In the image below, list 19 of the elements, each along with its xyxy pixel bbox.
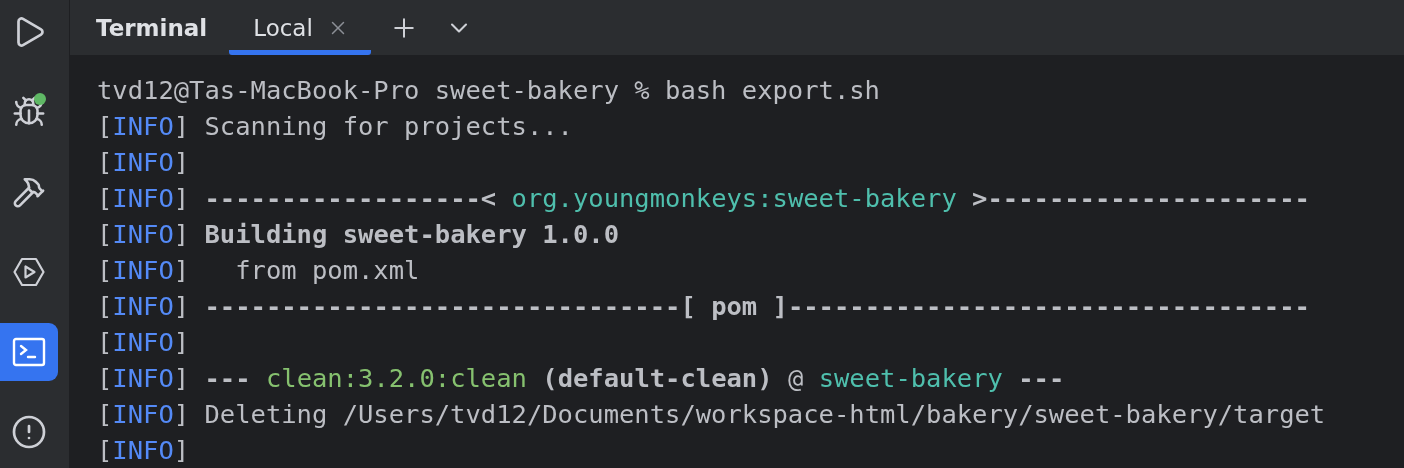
terminal-line: [INFO] Deleting /Users/tvd12/Documents/workspace-html/bakery/sweet-bakery/target — [97, 398, 1327, 431]
hammer-icon — [12, 175, 46, 209]
terminal-tab[interactable]: Local — [229, 0, 371, 55]
terminal-line: [INFO] Scanning for projects... — [97, 110, 574, 143]
terminal-line: [INFO] — [97, 146, 191, 179]
hexagon-play-icon — [13, 257, 45, 287]
terminal-icon — [12, 337, 46, 367]
bug-icon — [12, 95, 46, 129]
terminal-line: tvd12@Tas-MacBook-Pro sweet-bakery % bash export.sh — [97, 74, 881, 107]
panel-title: Terminal — [96, 14, 208, 41]
alert-circle-icon — [11, 414, 47, 450]
tool-window-button[interactable] — [0, 323, 58, 381]
terminal-line: [INFO] --- clean:3.2.0:clean (default-clean) @ sweet-bakery --- — [97, 362, 1066, 395]
terminal-line: [INFO] from pom.xml — [97, 254, 421, 287]
terminal-line: [INFO] — [97, 326, 191, 359]
terminal-line: [INFO] -------------------------------[ pom ]---------------------------------- — [97, 290, 1311, 323]
terminal-line: [INFO] Building sweet-bakery 1.0.0 — [97, 218, 620, 251]
terminal-line: [INFO] ------------------< org.youngmonkeys:sweet-bakery >--------------------- — [97, 182, 1311, 215]
terminal-line: [INFO] — [97, 434, 191, 467]
